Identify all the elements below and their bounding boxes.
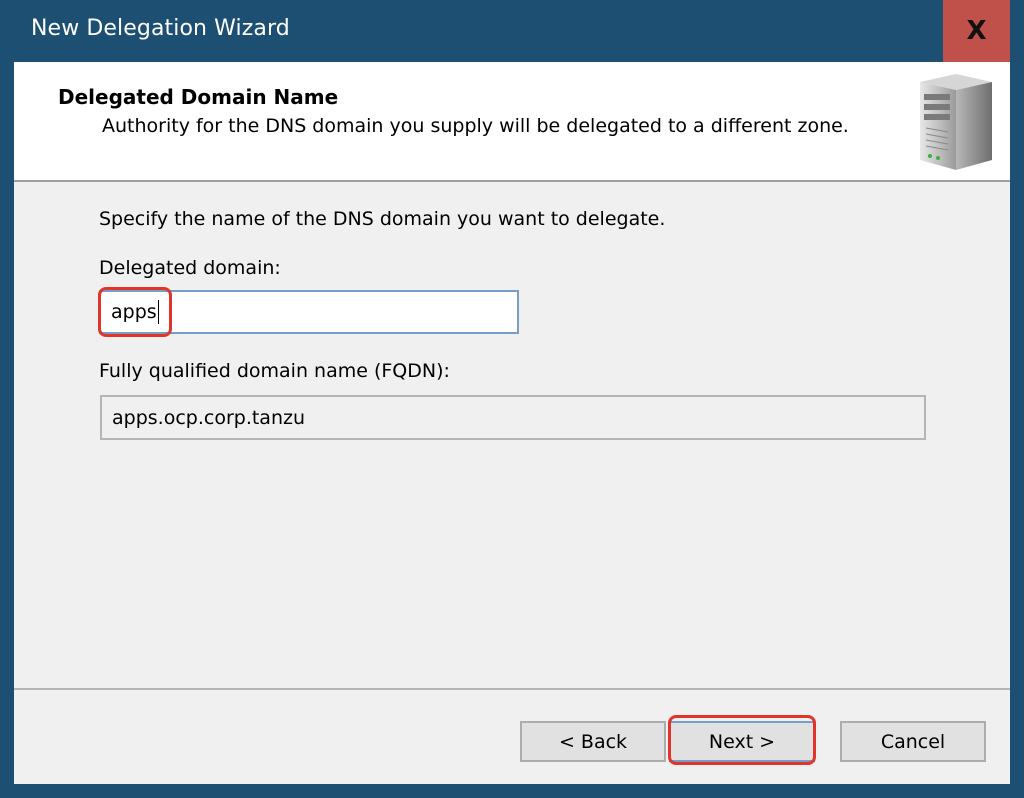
page-title: Delegated Domain Name: [58, 85, 339, 109]
fqdn-label: Fully qualified domain name (FQDN):: [99, 360, 450, 382]
fqdn-field: apps.ocp.corp.tanzu: [100, 395, 926, 440]
instruction-text: Specify the name of the DNS domain you w…: [99, 208, 666, 230]
close-button[interactable]: X: [943, 0, 1010, 62]
back-button[interactable]: < Back: [520, 721, 666, 762]
next-highlight-box: [668, 715, 816, 765]
page-subtitle: Authority for the DNS domain you supply …: [102, 115, 849, 137]
input-highlight-box: [98, 287, 172, 337]
close-icon: X: [966, 16, 987, 46]
wizard-client-area: Delegated Domain Name Authority for the …: [14, 62, 1010, 784]
delegated-domain-label: Delegated domain:: [99, 257, 281, 279]
footer-divider: [14, 688, 1010, 690]
wizard-window: New Delegation Wizard X Delegated Domain…: [0, 0, 1024, 798]
title-bar[interactable]: New Delegation Wizard X: [0, 0, 1024, 62]
fqdn-value: apps.ocp.corp.tanzu: [112, 406, 306, 429]
wizard-header: Delegated Domain Name Authority for the …: [14, 62, 1010, 182]
server-icon: [920, 74, 992, 170]
window-title: New Delegation Wizard: [31, 16, 290, 41]
cancel-button[interactable]: Cancel: [840, 721, 986, 762]
